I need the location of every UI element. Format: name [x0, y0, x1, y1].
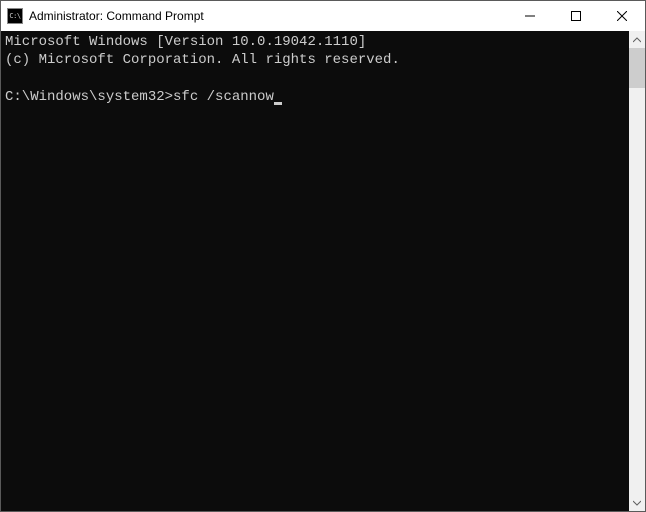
close-button[interactable]: [599, 1, 645, 31]
titlebar[interactable]: C:\ Administrator: Command Prompt: [1, 1, 645, 31]
maximize-button[interactable]: [553, 1, 599, 31]
chevron-up-icon: [633, 37, 641, 43]
scrollbar-thumb[interactable]: [629, 48, 645, 88]
window-title: Administrator: Command Prompt: [29, 9, 507, 23]
minimize-button[interactable]: [507, 1, 553, 31]
app-icon-text: C:\: [9, 13, 20, 20]
chevron-down-icon: [633, 500, 641, 506]
vertical-scrollbar[interactable]: [629, 31, 645, 511]
content-area: Microsoft Windows [Version 10.0.19042.11…: [1, 31, 645, 511]
scrollbar-track[interactable]: [629, 48, 645, 494]
terminal-output[interactable]: Microsoft Windows [Version 10.0.19042.11…: [1, 31, 629, 511]
command-prompt-window: C:\ Administrator: Command Prompt: [0, 0, 646, 512]
app-icon: C:\: [7, 8, 23, 24]
minimize-icon: [525, 11, 535, 21]
terminal-line-copyright: (c) Microsoft Corporation. All rights re…: [5, 52, 400, 68]
terminal-command: sfc /scannow: [173, 89, 274, 105]
terminal-line-version: Microsoft Windows [Version 10.0.19042.11…: [5, 34, 366, 50]
terminal-cursor: [274, 102, 282, 105]
window-controls: [507, 1, 645, 31]
scroll-down-button[interactable]: [629, 494, 645, 511]
terminal-prompt: C:\Windows\system32>: [5, 89, 173, 105]
terminal-prompt-line: C:\Windows\system32>sfc /scannow: [5, 89, 282, 105]
close-icon: [617, 11, 627, 21]
scroll-up-button[interactable]: [629, 31, 645, 48]
maximize-icon: [571, 11, 581, 21]
